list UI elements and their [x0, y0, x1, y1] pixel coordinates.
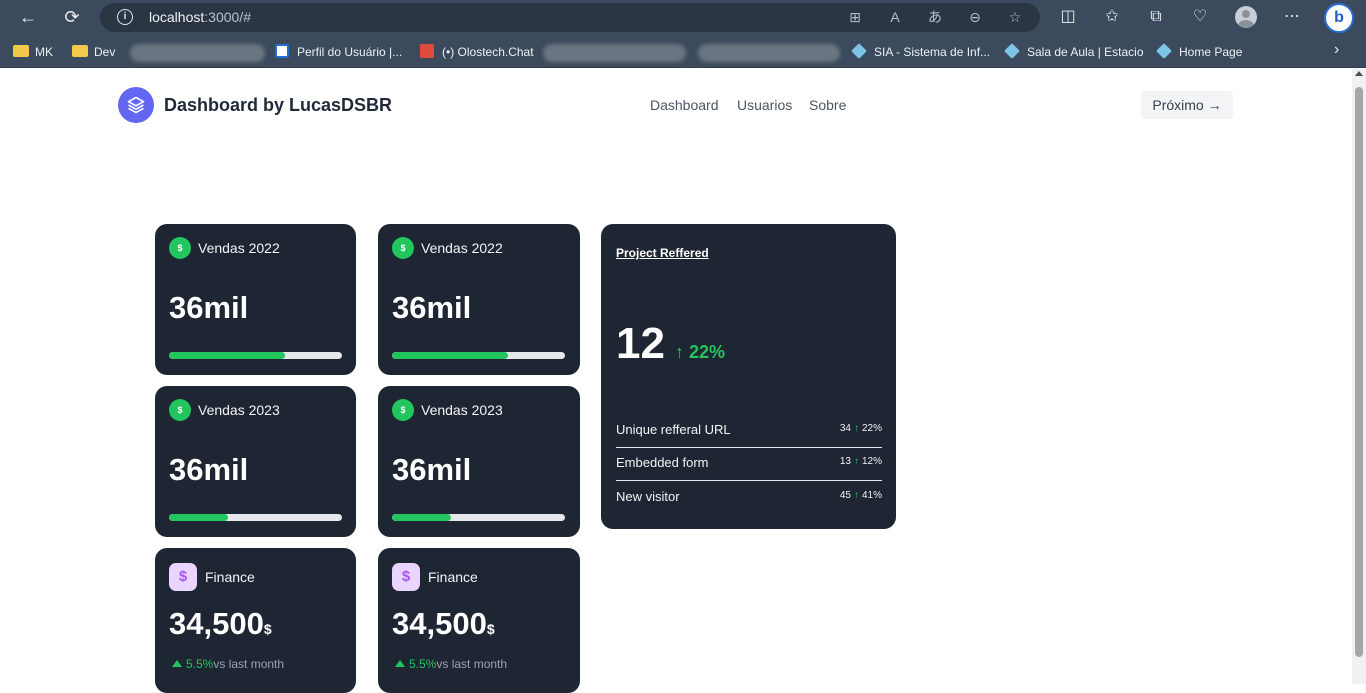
- referral-row: Embedded form 13 ↑ 12%: [616, 448, 882, 481]
- chat-favicon-icon: [420, 44, 434, 58]
- logo-icon[interactable]: [118, 87, 154, 123]
- favorite-star-icon[interactable]: ☆: [1005, 7, 1025, 27]
- progress-fill: [169, 514, 228, 521]
- nav-link-dashboard[interactable]: Dashboard: [650, 97, 719, 113]
- page-scrollbar[interactable]: [1352, 69, 1366, 684]
- sales-card: $ Vendas 2022 36mil: [155, 224, 356, 375]
- card-value: 36mil: [169, 290, 249, 325]
- referral-row: New visitor 45 ↑ 41%: [616, 482, 882, 515]
- page-favicon-icon: [275, 44, 289, 58]
- browser-essentials-icon[interactable]: ♡: [1188, 6, 1212, 28]
- sales-card: $ Vendas 2023 36mil: [155, 386, 356, 537]
- dollar-icon: $: [169, 563, 197, 591]
- folder-icon: [72, 45, 88, 57]
- bookmark-home-page[interactable]: Home Page: [1156, 43, 1242, 61]
- card-value: 36mil: [392, 290, 472, 325]
- change-indicator: 5.5%vs last month: [172, 657, 284, 671]
- row-values: 45 ↑ 41%: [839, 490, 882, 501]
- sales-card: $ Vendas 2022 36mil: [378, 224, 580, 375]
- split-screen-icon[interactable]: ◫: [1056, 6, 1080, 28]
- card-value: 34,500$: [169, 606, 272, 641]
- bookmarks-bar: MK Dev Perfil do Usuário |... (•) Oloste…: [0, 35, 1366, 68]
- card-title: Finance: [428, 569, 478, 585]
- url-text[interactable]: localhost:3000/#: [149, 9, 251, 25]
- more-menu-icon[interactable]: ⋯: [1280, 6, 1304, 28]
- progress-track: [392, 352, 565, 359]
- bookmarks-overflow-chevron-icon[interactable]: ›: [1334, 41, 1339, 59]
- page-viewport: Dashboard by LucasDSBR Dashboard Usuario…: [0, 69, 1352, 693]
- nav-link-sobre[interactable]: Sobre: [809, 97, 846, 113]
- finance-card: $ Finance 34,500$ 5.5%vs last month: [155, 548, 356, 693]
- coin-icon: $: [392, 399, 414, 421]
- redacted-bookmark[interactable]: [130, 44, 265, 62]
- coin-icon: $: [169, 399, 191, 421]
- progress-fill: [169, 352, 285, 359]
- project-change: ↑ 22%: [675, 342, 726, 362]
- bookmark-sia[interactable]: SIA - Sistema de Inf...: [851, 43, 990, 61]
- finance-card: $ Finance 34,500$ 5.5%vs last month: [378, 548, 580, 693]
- progress-track: [169, 514, 342, 521]
- card-value: 36mil: [392, 452, 472, 487]
- scroll-up-arrow-icon[interactable]: [1355, 71, 1363, 76]
- redacted-bookmark[interactable]: [543, 44, 686, 62]
- favorites-icon[interactable]: ✩: [1100, 6, 1124, 28]
- row-label: Unique refferal URL: [616, 422, 731, 437]
- row-label: New visitor: [616, 489, 680, 504]
- progress-track: [392, 514, 565, 521]
- browser-toolbar: ← ⟳ i localhost:3000/# ⊞ A あ ⊖ ☆ ◫ ✩ ⧉ ♡…: [0, 0, 1366, 35]
- row-values: 34 ↑ 22%: [839, 423, 882, 434]
- reload-icon[interactable]: ⟳: [59, 5, 85, 29]
- scrollbar-thumb[interactable]: [1355, 87, 1363, 657]
- project-title-link[interactable]: Project Reffered: [616, 246, 709, 260]
- card-value: 36mil: [169, 452, 249, 487]
- next-button[interactable]: Próximo →: [1141, 91, 1233, 119]
- folder-icon: [13, 45, 29, 57]
- progress-fill: [392, 514, 451, 521]
- diamond-favicon-icon: [1156, 43, 1172, 59]
- brand-title[interactable]: Dashboard by LucasDSBR: [164, 95, 392, 116]
- zoom-out-icon[interactable]: ⊖: [965, 7, 985, 27]
- card-title: Vendas 2023: [421, 402, 503, 418]
- collections-icon[interactable]: ⧉: [1144, 6, 1168, 28]
- triangle-up-icon: [172, 660, 182, 667]
- diamond-favicon-icon: [851, 43, 867, 59]
- card-title: Vendas 2023: [198, 402, 280, 418]
- bookmark-sala-de-aula[interactable]: Sala de Aula | Estacio: [1004, 43, 1144, 61]
- arrow-up-icon: ↑: [853, 423, 859, 434]
- row-values: 13 ↑ 12%: [839, 456, 882, 467]
- project-value: 12: [616, 319, 665, 368]
- sales-card: $ Vendas 2023 36mil: [378, 386, 580, 537]
- card-title: Vendas 2022: [421, 240, 503, 256]
- dollar-icon: $: [392, 563, 420, 591]
- card-title: Finance: [205, 569, 255, 585]
- triangle-up-icon: [395, 660, 405, 667]
- apps-icon[interactable]: ⊞: [845, 7, 865, 27]
- project-referred-card: Project Reffered 12 ↑ 22% Unique reffera…: [601, 224, 896, 529]
- bookmark-olostech[interactable]: (•) Olostech.Chat: [420, 43, 534, 61]
- card-value: 34,500$: [392, 606, 495, 641]
- referral-row: Unique refferal URL 34 ↑ 22%: [616, 415, 882, 448]
- progress-track: [169, 352, 342, 359]
- bookmark-folder-mk[interactable]: MK: [13, 43, 53, 61]
- coin-icon: $: [169, 237, 191, 259]
- translate-icon[interactable]: あ: [925, 7, 945, 27]
- progress-fill: [392, 352, 508, 359]
- profile-avatar[interactable]: [1235, 6, 1257, 28]
- copilot-icon[interactable]: b: [1324, 3, 1354, 33]
- redacted-bookmark[interactable]: [698, 44, 840, 62]
- change-indicator: 5.5%vs last month: [395, 657, 507, 671]
- site-info-icon[interactable]: i: [117, 9, 133, 25]
- bookmark-folder-dev[interactable]: Dev: [72, 43, 115, 61]
- diamond-favicon-icon: [1004, 43, 1020, 59]
- row-label: Embedded form: [616, 455, 709, 470]
- read-aloud-icon[interactable]: A: [885, 7, 905, 27]
- bookmark-perfil[interactable]: Perfil do Usuário |...: [275, 43, 402, 61]
- back-icon[interactable]: ←: [15, 5, 41, 29]
- card-title: Vendas 2022: [198, 240, 280, 256]
- arrow-up-icon: ↑: [853, 456, 859, 467]
- coin-icon: $: [392, 237, 414, 259]
- nav-link-usuarios[interactable]: Usuarios: [737, 97, 792, 113]
- arrow-up-icon: ↑: [853, 490, 859, 501]
